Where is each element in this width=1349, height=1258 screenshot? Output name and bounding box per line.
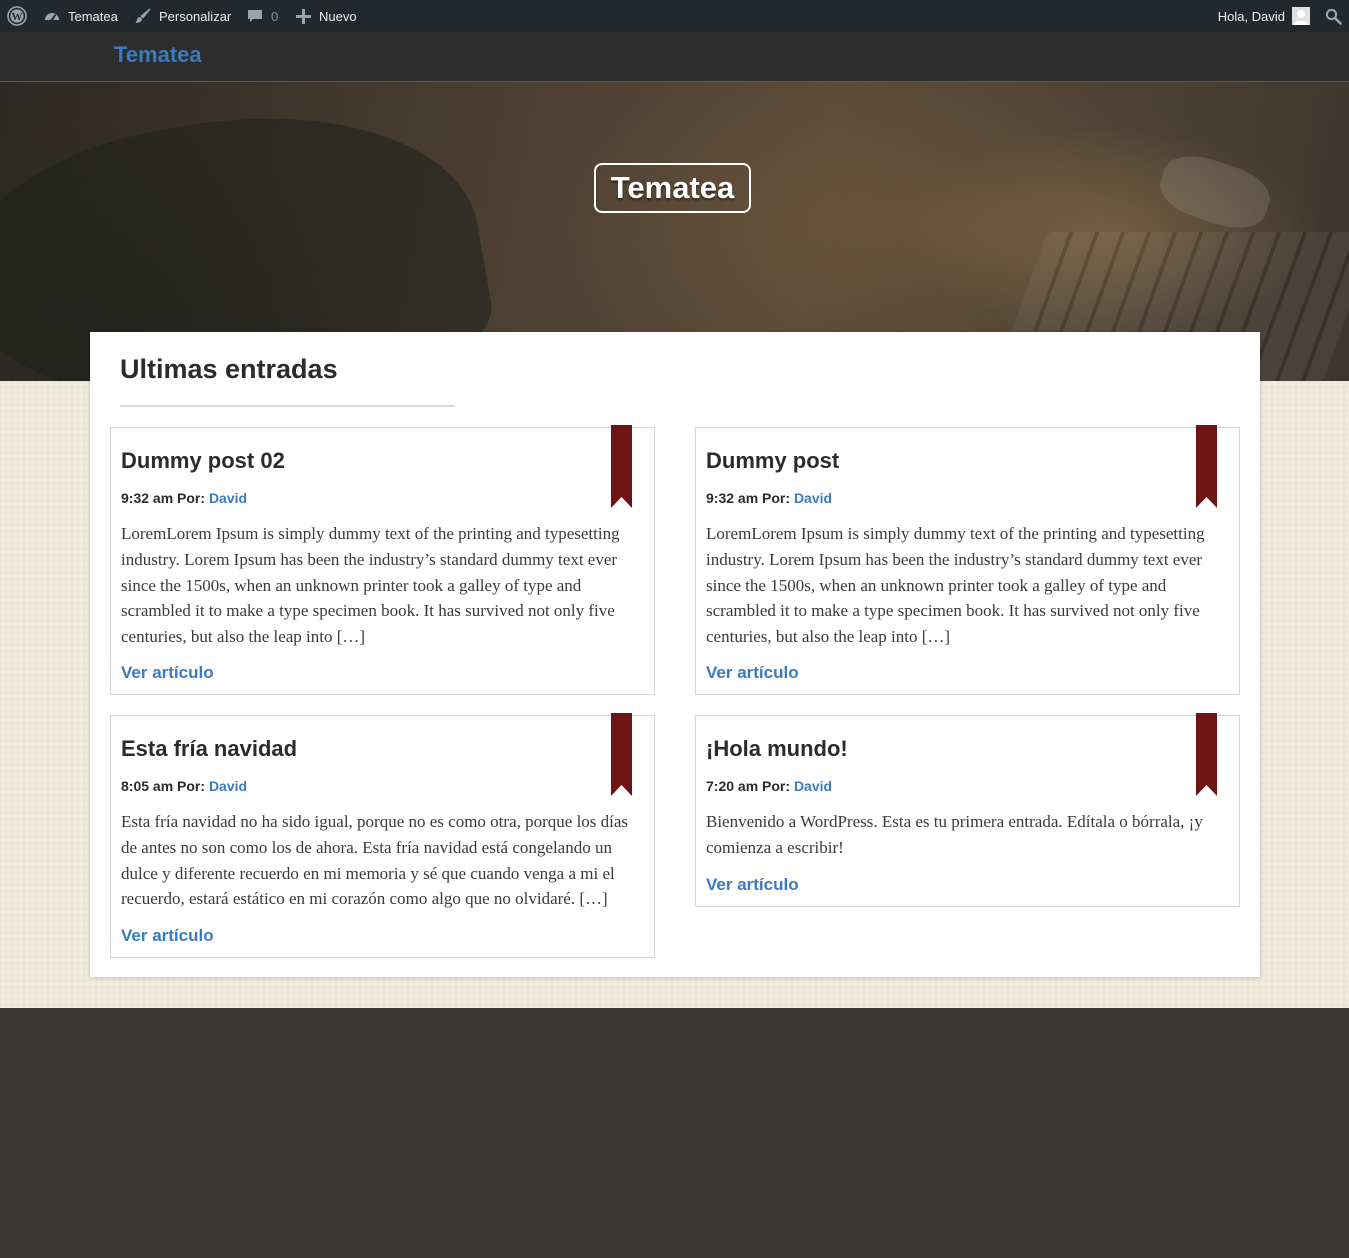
read-more-link[interactable]: Ver artículo (121, 926, 214, 946)
comment-bubble-icon (247, 8, 263, 24)
post-author-link[interactable]: David (209, 490, 247, 506)
post-card: Esta fría navidad 8:05 am Por: David Est… (110, 713, 655, 958)
latest-posts-section: Ultimas entradas Dummy post 02 9:32 am P… (90, 332, 1260, 977)
post-meta: 9:32 am Por: David (706, 490, 832, 506)
comments-count: 0 (271, 8, 279, 24)
new-content-menu[interactable]: Nuevo (296, 0, 357, 32)
svg-text:W: W (12, 11, 23, 23)
customize-link[interactable]: Personalizar (134, 0, 231, 32)
avatar-icon (1292, 7, 1310, 25)
post-excerpt: Esta fría navidad no ha sido igual, porq… (121, 812, 629, 909)
post-title[interactable]: Esta fría navidad (121, 736, 297, 762)
post-excerpt: Bienvenido a WordPress. Esta es tu prime… (706, 812, 1203, 857)
post-card: ¡Hola mundo! 7:20 am Por: David Bienveni… (695, 713, 1240, 907)
hero-title[interactable]: Tematea (594, 163, 751, 213)
post-card: Dummy post 02 9:32 am Por: David LoremLo… (110, 425, 655, 695)
post-title[interactable]: Dummy post (706, 448, 839, 474)
section-heading: Ultimas entradas (120, 354, 338, 384)
customize-label: Personalizar (159, 8, 232, 24)
admin-bar-site-link[interactable]: Tematea (43, 0, 118, 32)
dashboard-icon (43, 7, 61, 25)
heading-divider (120, 405, 455, 407)
post-excerpt: LoremLorem Ipsum is simply dummy text of… (706, 524, 1205, 647)
hero-background-mouse (1153, 146, 1277, 238)
admin-bar: W Tematea Personalizar 0 Nuevo Hola, Dav… (0, 0, 1349, 32)
read-more-link[interactable]: Ver artículo (706, 663, 799, 683)
plus-icon (296, 8, 311, 24)
new-label: Nuevo (319, 8, 357, 24)
post-meta: 7:20 am Por: David (706, 778, 832, 794)
post-card: Dummy post 9:32 am Por: David LoremLorem… (695, 425, 1240, 695)
post-meta: 9:32 am Por: David (121, 490, 247, 506)
site-title-link[interactable]: Tematea (114, 42, 202, 68)
post-by-label: Por: (762, 490, 791, 506)
post-time: 9:32 am (121, 490, 174, 506)
bookmark-ribbon-icon (1196, 713, 1217, 796)
bookmark-ribbon-icon (1196, 425, 1217, 508)
wordpress-logo-icon[interactable]: W (7, 0, 27, 32)
greeting: Hola, David (1217, 8, 1285, 24)
post-by-label: Por: (177, 490, 206, 506)
post-author-link[interactable]: David (209, 778, 247, 794)
user-account-menu[interactable]: Hola, David (1218, 0, 1310, 32)
post-meta: 8:05 am Por: David (121, 778, 247, 794)
read-more-link[interactable]: Ver artículo (121, 663, 214, 683)
post-title[interactable]: Dummy post 02 (121, 448, 285, 474)
admin-bar-site-name: Tematea (68, 8, 118, 24)
post-author-link[interactable]: David (794, 490, 832, 506)
post-time: 7:20 am (706, 778, 759, 794)
comments-link[interactable]: 0 (247, 0, 278, 32)
bookmark-ribbon-icon (611, 713, 632, 796)
post-time: 9:32 am (706, 490, 759, 506)
brush-icon (134, 7, 152, 25)
post-title[interactable]: ¡Hola mundo! (706, 736, 848, 762)
site-header: Tematea (0, 32, 1349, 82)
post-author-link[interactable]: David (794, 778, 832, 794)
post-by-label: Por: (762, 778, 791, 794)
bookmark-ribbon-icon (611, 425, 632, 508)
post-by-label: Por: (177, 778, 206, 794)
post-time: 8:05 am (121, 778, 174, 794)
search-icon[interactable] (1325, 0, 1342, 32)
post-excerpt: LoremLorem Ipsum is simply dummy text of… (121, 524, 620, 647)
read-more-link[interactable]: Ver artículo (706, 875, 799, 895)
